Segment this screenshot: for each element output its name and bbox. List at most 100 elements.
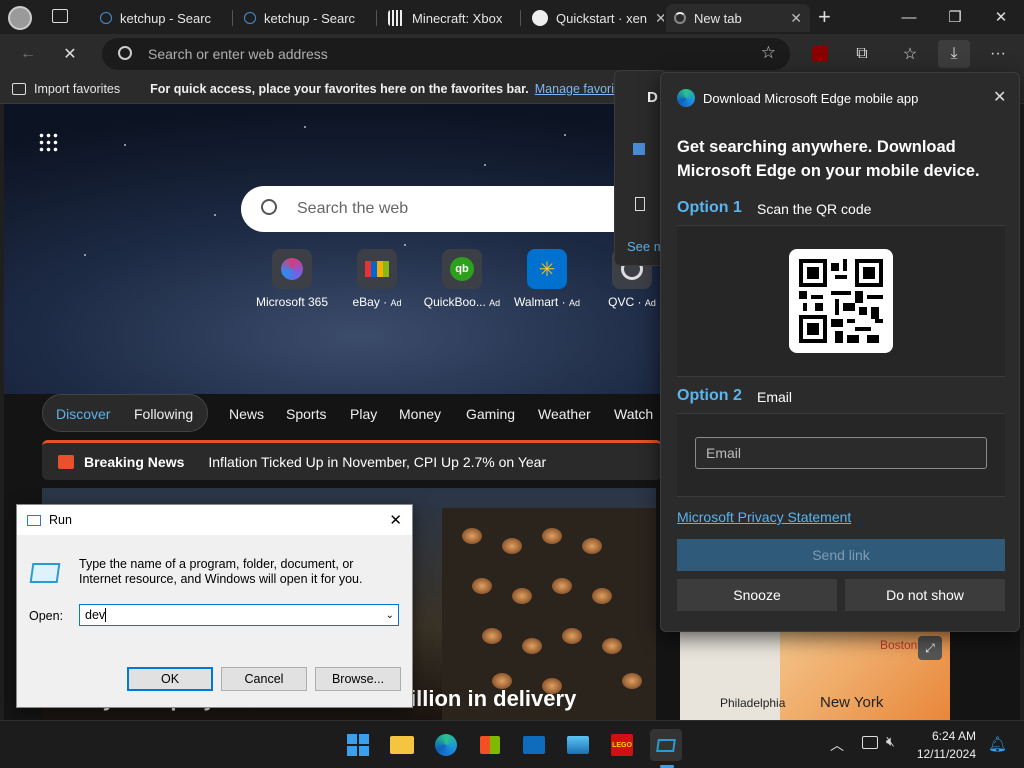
open-combobox[interactable]: dev ⌄	[79, 604, 399, 626]
notification-bell-icon[interactable]: 🔔︎	[988, 735, 1007, 753]
ublock-extension-icon[interactable]	[804, 40, 836, 68]
profile-avatar[interactable]	[8, 6, 32, 30]
tab-discover[interactable]: Discover	[56, 406, 110, 422]
tab-money[interactable]: Money	[399, 406, 441, 422]
volume-muted-icon[interactable]: 🔇︎	[886, 733, 895, 750]
breaking-news-headline[interactable]: Inflation Ticked Up in November, CPI Up …	[208, 454, 546, 470]
run-program-icon	[29, 563, 61, 583]
github-icon	[532, 10, 548, 26]
tab-actions-icon[interactable]	[52, 9, 68, 23]
download-item-icon[interactable]	[635, 197, 645, 211]
cancel-button[interactable]: Cancel	[221, 667, 307, 691]
chevron-up-icon[interactable]: ︿	[830, 735, 844, 755]
search-placeholder: Search the web	[297, 200, 409, 217]
ok-button[interactable]: OK	[127, 667, 213, 691]
tab-new-tab[interactable]: New tab ✕	[666, 4, 810, 32]
new-tab-button[interactable]: +	[818, 4, 831, 30]
tab-watch[interactable]: Watch	[614, 406, 653, 422]
microsoft-store-icon[interactable]	[474, 729, 506, 761]
more-menu-icon[interactable]: ···	[982, 40, 1014, 68]
see-more-link[interactable]: See m	[627, 239, 665, 254]
download-item-icon[interactable]	[633, 143, 645, 155]
close-icon[interactable]: ✕	[993, 87, 1006, 107]
do-not-show-button[interactable]: Do not show	[845, 579, 1005, 611]
search-icon	[118, 46, 132, 60]
downloads-panel: D See m	[614, 70, 666, 266]
columns-icon	[388, 10, 404, 26]
email-field[interactable]: Email	[695, 437, 987, 469]
quicklink-microsoft-365[interactable]: Microsoft 365	[252, 249, 332, 309]
app-launcher-icon[interactable]	[38, 132, 58, 152]
close-icon[interactable]: ✕	[790, 10, 802, 27]
restore-button[interactable]: ❐	[932, 0, 978, 34]
close-icon[interactable]: ✕	[389, 511, 402, 529]
windows-start-icon[interactable]	[342, 729, 374, 761]
tab-title: Quickstart · xen	[556, 10, 648, 26]
tab-minecraft[interactable]: Minecraft: Xbox	[380, 4, 520, 32]
favorite-star-icon[interactable]: ☆	[761, 43, 776, 63]
tab-following[interactable]: Following	[134, 406, 193, 422]
tab-quickstart[interactable]: Quickstart · xen ✕	[524, 4, 664, 32]
option2-text: Email	[757, 389, 793, 405]
ad-badge: Ad	[390, 298, 402, 308]
extensions-icon[interactable]: ⧉	[846, 40, 878, 68]
tab-play[interactable]: Play	[350, 406, 377, 422]
quicklink-walmart[interactable]: ✳ Walmart · Ad	[507, 249, 587, 309]
clock-date[interactable]: 12/11/2024	[912, 747, 976, 761]
stop-loading-button[interactable]: ✕	[54, 40, 86, 68]
expand-icon[interactable]: ⤢	[918, 636, 942, 660]
privacy-statement-link[interactable]: Microsoft Privacy Statement	[677, 509, 851, 525]
outlook-icon[interactable]	[518, 729, 550, 761]
popup-headline: Get searching anywhere. Download Microso…	[677, 138, 980, 180]
downloads-icon[interactable]: ⤓	[938, 40, 970, 68]
map-label-philadelphia: Philadelphia	[720, 696, 786, 710]
quicklink-label: Microsoft 365	[255, 295, 329, 309]
close-window-button[interactable]: ✕	[978, 0, 1024, 34]
ad-badge: Ad	[644, 298, 656, 308]
tab-sports[interactable]: Sports	[286, 406, 326, 422]
chevron-down-icon[interactable]: ⌄	[386, 610, 394, 621]
weather-map-card[interactable]: Boston Philadelphia New York ⤢	[680, 632, 950, 720]
run-title: Run	[49, 513, 72, 527]
snooze-button[interactable]: Snooze	[677, 579, 837, 611]
quicklink-label: QuickBoo...	[423, 295, 486, 309]
favorites-icon[interactable]: ☆	[894, 40, 926, 68]
tab-strip: ketchup - Searc ketchup - Searc Minecraf…	[0, 0, 1024, 34]
import-favorites-button[interactable]: Import favorites	[34, 82, 120, 96]
quicklink-label: Walmart	[514, 295, 559, 309]
photos-icon[interactable]	[562, 729, 594, 761]
send-link-button[interactable]: Send link	[677, 539, 1005, 571]
quicklink-quickbooks[interactable]: qb QuickBoo... Ad	[422, 249, 502, 309]
tab-title: ketchup - Searc	[120, 10, 212, 26]
run-taskbar-icon[interactable]	[650, 729, 682, 761]
loading-icon	[674, 12, 686, 24]
quicklink-label: QVC	[608, 295, 635, 309]
network-icon[interactable]	[862, 736, 878, 749]
breaking-news-bar[interactable]: Breaking News Inflation Ticked Up in Nov…	[42, 440, 662, 480]
toolbar: ← ✕ Search or enter web address ☆ ⧉ ☆ ⤓ …	[0, 34, 1024, 74]
breaking-news-label: Breaking News	[84, 453, 185, 470]
back-button[interactable]: ←	[12, 40, 44, 68]
file-explorer-icon[interactable]	[386, 729, 418, 761]
tab-weather[interactable]: Weather	[538, 406, 591, 422]
run-dialog: Run ✕ Type the name of a program, folder…	[16, 504, 413, 708]
address-bar[interactable]: Search or enter web address ☆	[102, 38, 790, 70]
tab-news[interactable]: News	[229, 406, 264, 422]
quicklink-ebay[interactable]: eBay · Ad	[337, 249, 417, 309]
run-title-bar[interactable]: Run ✕	[17, 505, 412, 535]
lego-icon[interactable]: LEGO	[606, 729, 638, 761]
qr-code	[789, 249, 893, 353]
search-icon	[261, 199, 277, 215]
browse-button[interactable]: Browse...	[315, 667, 401, 691]
email-placeholder: Email	[706, 445, 742, 461]
tab-ketchup-2[interactable]: ketchup - Searc	[236, 4, 376, 32]
tab-gaming[interactable]: Gaming	[466, 406, 515, 422]
tab-ketchup-1[interactable]: ketchup - Searc	[92, 4, 232, 32]
clock-time[interactable]: 6:24 AM	[930, 729, 976, 743]
minimize-button[interactable]: —	[886, 0, 932, 34]
taskbar: LEGO ︿ 🔇︎ 6:24 AM 12/11/2024 🔔︎	[0, 720, 1024, 768]
run-description: Type the name of a program, folder, docu…	[79, 557, 363, 586]
open-value: dev	[85, 608, 106, 622]
edge-browser-icon[interactable]	[430, 729, 462, 761]
close-icon[interactable]: ✕	[655, 10, 664, 27]
